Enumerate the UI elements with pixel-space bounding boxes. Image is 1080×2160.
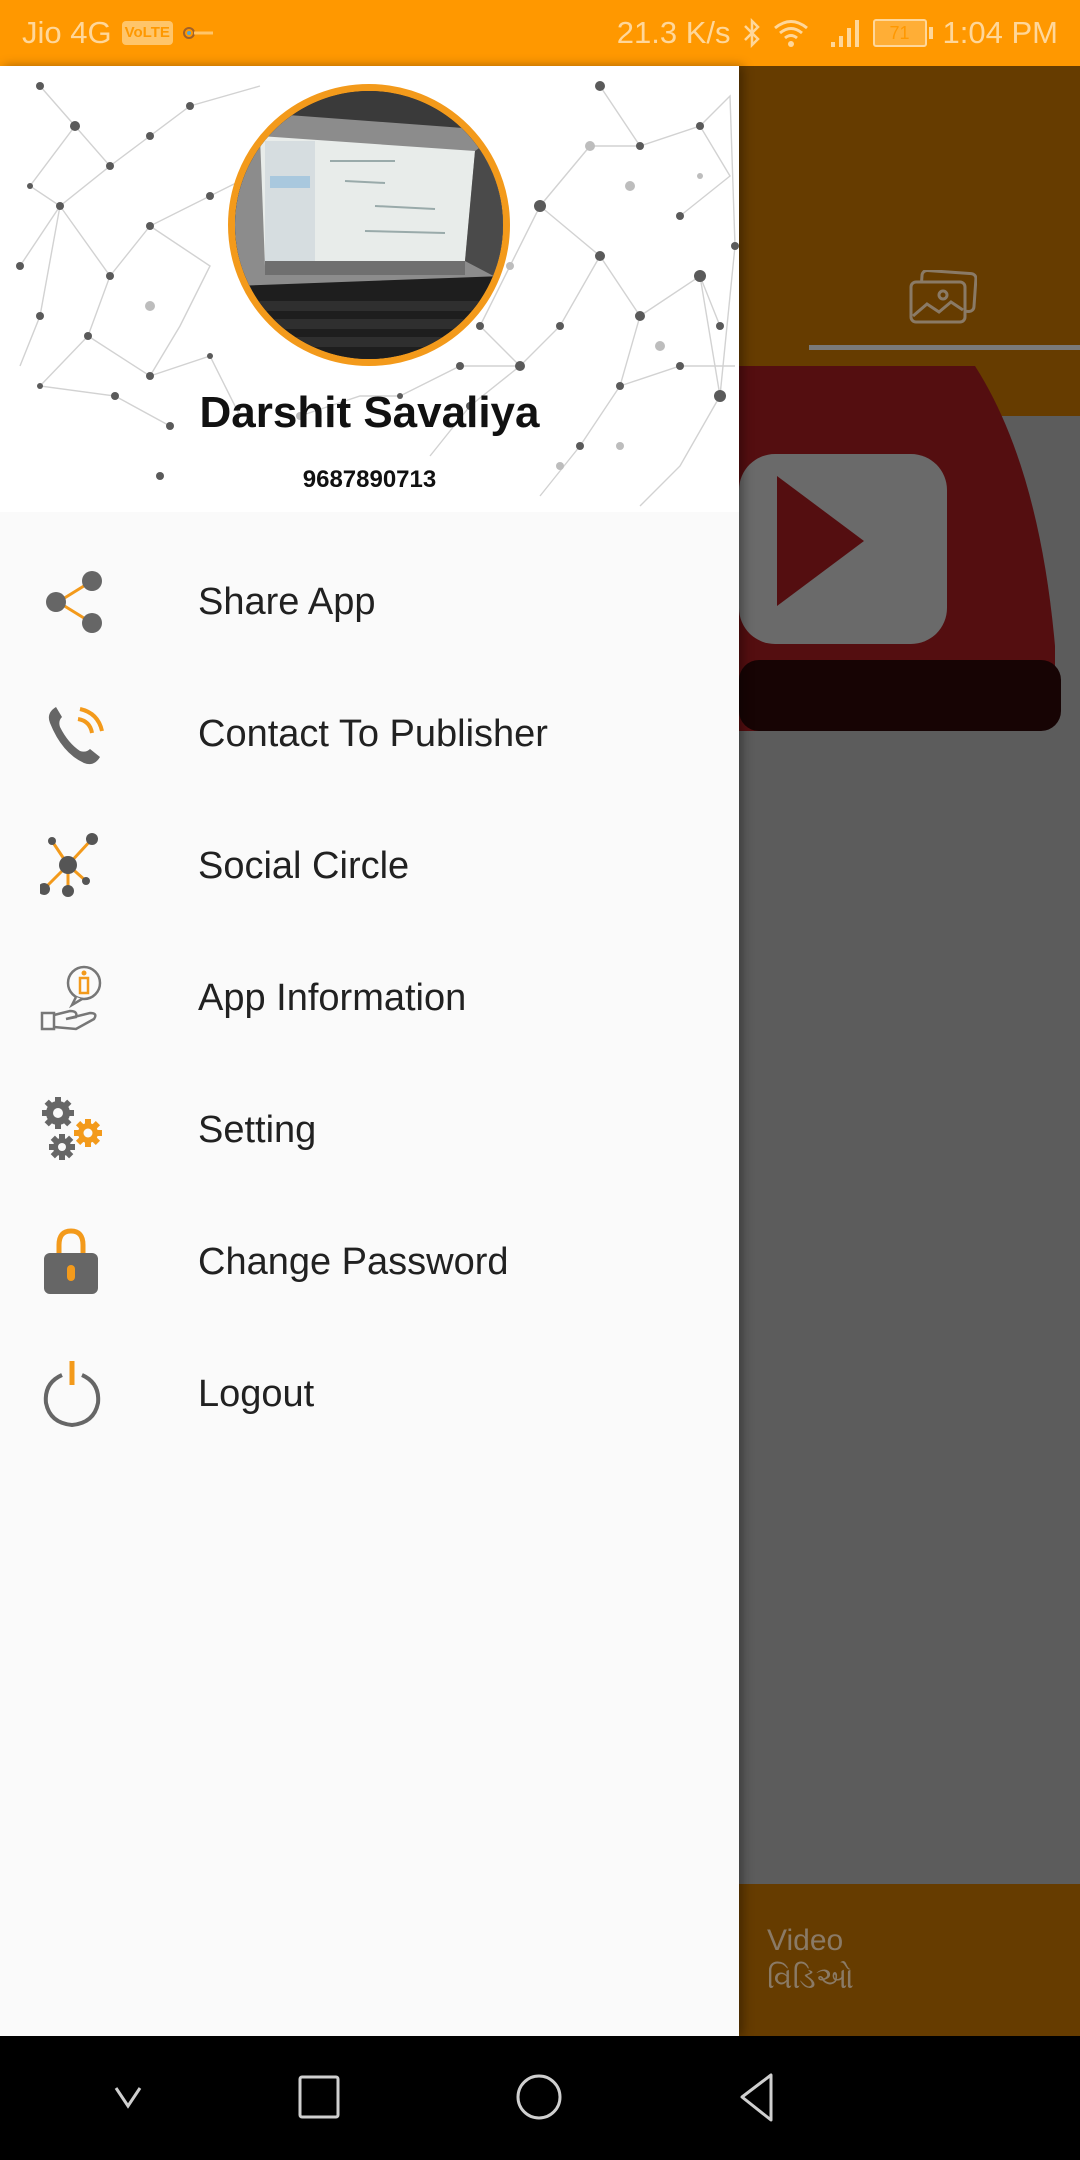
menu-item-setting[interactable]: Setting	[0, 1064, 739, 1196]
clock: 1:04 PM	[942, 15, 1058, 50]
background-app[interactable]: Video વિડિઓ	[739, 66, 1080, 2036]
menu-label: App Information	[198, 976, 467, 1019]
menu-label: Logout	[198, 1372, 315, 1415]
phone-call-icon	[48, 707, 104, 765]
gears-icon	[42, 1097, 102, 1160]
profile-phone: 9687890713	[302, 466, 437, 493]
menu-label: Change Password	[198, 1240, 509, 1283]
battery-icon: 71	[872, 19, 933, 47]
menu-label: Contact To Publisher	[198, 712, 548, 755]
info-hand-icon	[40, 965, 102, 1031]
menu-label: Share App	[198, 580, 376, 623]
network-nodes-icon	[40, 833, 98, 897]
status-bar: Jio 4G VoLTE 21.3 K/s 71 1:04 PM	[0, 0, 1080, 66]
volte-badge: VoLTE	[121, 21, 173, 45]
collapse-nav-icon[interactable]	[96, 2066, 160, 2130]
drawer-header: Darshit Savaliya 9687890713	[0, 66, 739, 512]
navigation-drawer: Darshit Savaliya 9687890713 Share App Co…	[0, 66, 739, 2036]
home-button-icon[interactable]	[507, 2066, 571, 2130]
app-toolbar	[739, 66, 1080, 221]
gallery-icon[interactable]	[909, 270, 977, 326]
menu-item-app-information[interactable]: App Information	[0, 932, 739, 1064]
profile-photo	[235, 91, 503, 359]
video-tab-label: Video વિડિઓ	[767, 1924, 854, 1995]
menu-item-share-app[interactable]: Share App	[0, 536, 739, 668]
menu-item-change-password[interactable]: Change Password	[0, 1196, 739, 1328]
system-navigation-bar	[0, 2036, 1080, 2160]
back-button-icon[interactable]	[726, 2066, 790, 2130]
video-thumbnail[interactable]	[739, 366, 1061, 731]
network-speed: 21.3 K/s	[616, 15, 731, 50]
carrier-label: Jio 4G	[22, 15, 112, 50]
drawer-menu: Share App Contact To Publisher Social Ci…	[0, 536, 739, 1460]
menu-item-logout[interactable]: Logout	[0, 1328, 739, 1460]
menu-item-contact-publisher[interactable]: Contact To Publisher	[0, 668, 739, 800]
key-icon	[182, 27, 213, 39]
menu-label: Setting	[198, 1108, 317, 1151]
power-icon	[43, 1361, 101, 1428]
profile-name: Darshit Savaliya	[199, 388, 540, 437]
share-icon	[46, 571, 102, 633]
battery-level: 71	[872, 19, 927, 47]
signal-icon	[830, 20, 859, 47]
menu-label: Social Circle	[198, 844, 410, 887]
wifi-icon	[773, 20, 808, 47]
profile-avatar[interactable]	[228, 84, 510, 366]
menu-item-social-circle[interactable]: Social Circle	[0, 800, 739, 932]
tab-indicator	[809, 345, 1080, 350]
bluetooth-icon	[743, 18, 760, 48]
lock-icon	[44, 1228, 98, 1294]
recents-button-icon[interactable]	[288, 2066, 352, 2130]
